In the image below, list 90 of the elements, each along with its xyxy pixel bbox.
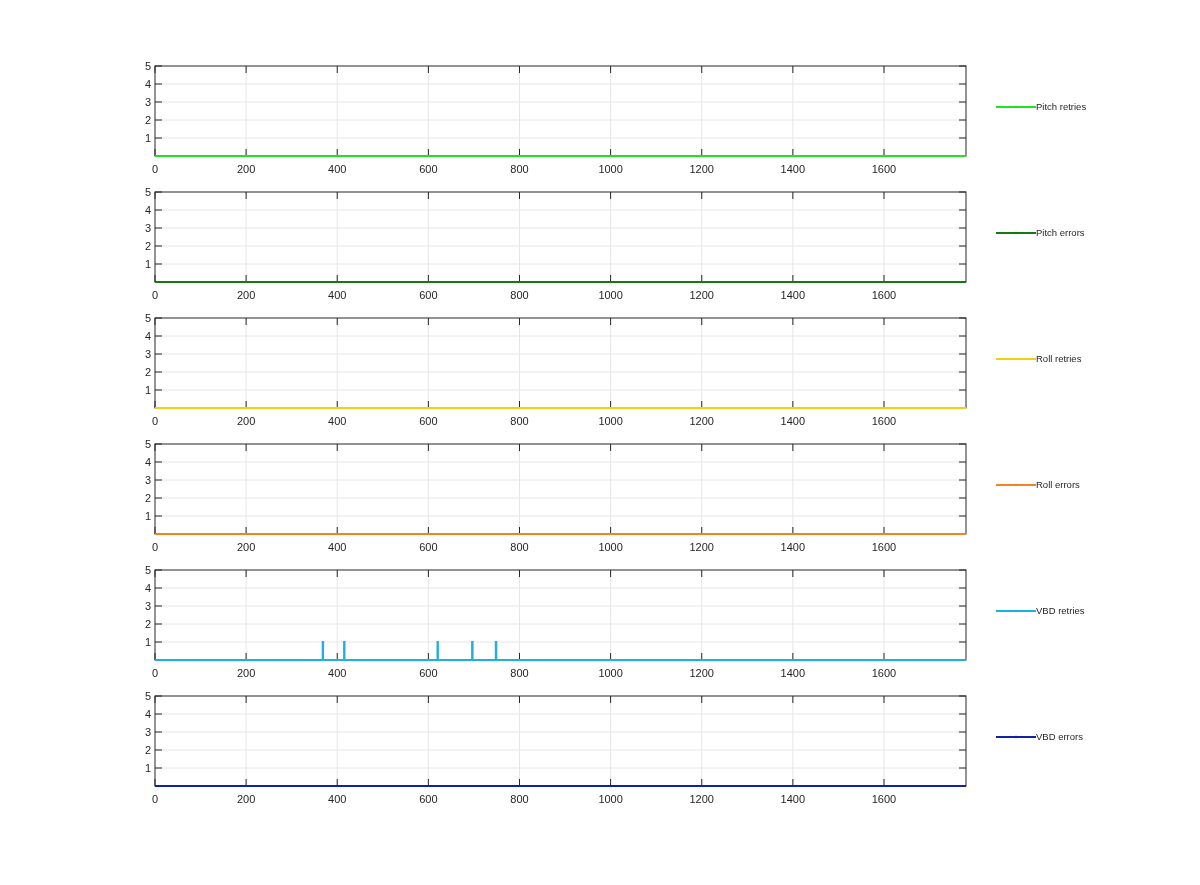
y-tick-label: 5 [144, 312, 151, 324]
y-tick-label: 1 [144, 384, 151, 396]
x-tick-label: 600 [419, 793, 438, 805]
y-tick-label: 5 [144, 186, 151, 198]
y-tick-label: 5 [144, 60, 151, 72]
legend-label: Roll errors [1036, 477, 1080, 492]
x-tick-label: 1400 [780, 793, 806, 805]
y-tick-label: 2 [144, 618, 151, 630]
y-tick-label: 2 [144, 240, 151, 252]
y-tick-label: 1 [144, 132, 151, 144]
x-tick-label: 800 [510, 289, 529, 301]
x-tick-label: 600 [419, 415, 438, 427]
x-tick-label: 1400 [780, 163, 806, 175]
y-tick-label: 4 [144, 78, 151, 90]
x-tick-label: 1200 [689, 541, 714, 553]
x-tick-label: 0 [151, 793, 159, 805]
x-tick-label: 200 [236, 415, 256, 427]
x-tick-label: 1600 [871, 163, 897, 175]
x-tick-label: 400 [328, 163, 347, 175]
x-tick-label: 1000 [598, 667, 623, 679]
y-tick-label: 5 [144, 690, 151, 702]
y-tick-label: 4 [144, 456, 151, 468]
x-tick-label: 1400 [780, 415, 806, 427]
y-tick-label: 3 [144, 726, 151, 738]
y-tick-label: 4 [144, 330, 151, 342]
x-tick-label: 0 [151, 415, 159, 427]
legend-label: Pitch errors [1036, 225, 1085, 240]
x-tick-label: 200 [236, 667, 256, 679]
y-tick-label: 1 [144, 258, 151, 270]
x-tick-label: 1200 [689, 289, 714, 301]
x-tick-label: 200 [236, 163, 256, 175]
x-tick-label: 600 [419, 163, 438, 175]
legend-label: Roll retries [1036, 351, 1082, 366]
y-tick-label: 2 [144, 114, 151, 126]
y-tick-label: 3 [144, 222, 151, 234]
legend-label: VBD retries [1036, 603, 1085, 618]
x-tick-label: 400 [328, 415, 347, 427]
x-tick-label: 400 [328, 541, 347, 553]
x-tick-label: 800 [510, 541, 529, 553]
x-tick-label: 400 [328, 667, 347, 679]
x-tick-label: 0 [151, 163, 159, 175]
y-tick-label: 1 [144, 636, 151, 648]
x-tick-label: 1400 [780, 541, 806, 553]
y-tick-label: 5 [144, 564, 151, 576]
x-tick-label: 800 [510, 415, 529, 427]
x-tick-label: 0 [151, 541, 159, 553]
x-tick-label: 1000 [598, 289, 623, 301]
legend-label: Pitch retries [1036, 99, 1087, 114]
x-tick-label: 1200 [689, 793, 714, 805]
x-tick-label: 1600 [871, 667, 897, 679]
x-tick-label: 1600 [871, 541, 897, 553]
y-tick-label: 3 [144, 474, 151, 486]
x-tick-label: 0 [151, 289, 159, 301]
x-tick-label: 800 [510, 163, 529, 175]
x-tick-label: 200 [236, 793, 256, 805]
x-tick-label: 1400 [780, 667, 806, 679]
x-tick-label: 1600 [871, 415, 897, 427]
y-tick-label: 5 [144, 438, 151, 450]
y-tick-label: 2 [144, 492, 151, 504]
y-tick-label: 4 [144, 708, 151, 720]
x-tick-label: 1600 [871, 289, 897, 301]
x-tick-label: 600 [419, 667, 438, 679]
x-tick-label: 600 [419, 289, 438, 301]
x-tick-label: 800 [510, 793, 529, 805]
x-tick-label: 200 [236, 541, 256, 553]
x-tick-label: 1000 [598, 415, 623, 427]
y-tick-label: 1 [144, 510, 151, 522]
y-tick-label: 4 [144, 204, 151, 216]
y-tick-label: 2 [144, 744, 151, 756]
x-tick-label: 1000 [598, 163, 623, 175]
x-tick-label: 800 [510, 667, 529, 679]
y-tick-label: 3 [144, 96, 151, 108]
x-tick-label: 400 [328, 289, 347, 301]
y-tick-label: 3 [144, 600, 151, 612]
y-tick-label: 2 [144, 366, 151, 378]
x-tick-label: 1600 [871, 793, 897, 805]
y-tick-label: 1 [144, 762, 151, 774]
legend-label: VBD errors [1036, 729, 1083, 744]
x-tick-label: 200 [236, 289, 256, 301]
x-tick-label: 1200 [689, 163, 714, 175]
x-tick-label: 1200 [689, 667, 714, 679]
x-tick-label: 0 [151, 667, 159, 679]
x-tick-label: 400 [328, 793, 347, 805]
y-tick-label: 4 [144, 582, 151, 594]
x-tick-label: 600 [419, 541, 438, 553]
x-tick-label: 1200 [689, 415, 714, 427]
x-tick-label: 1000 [598, 793, 623, 805]
x-tick-label: 1000 [598, 541, 623, 553]
y-tick-label: 3 [144, 348, 151, 360]
x-tick-label: 1400 [780, 289, 806, 301]
